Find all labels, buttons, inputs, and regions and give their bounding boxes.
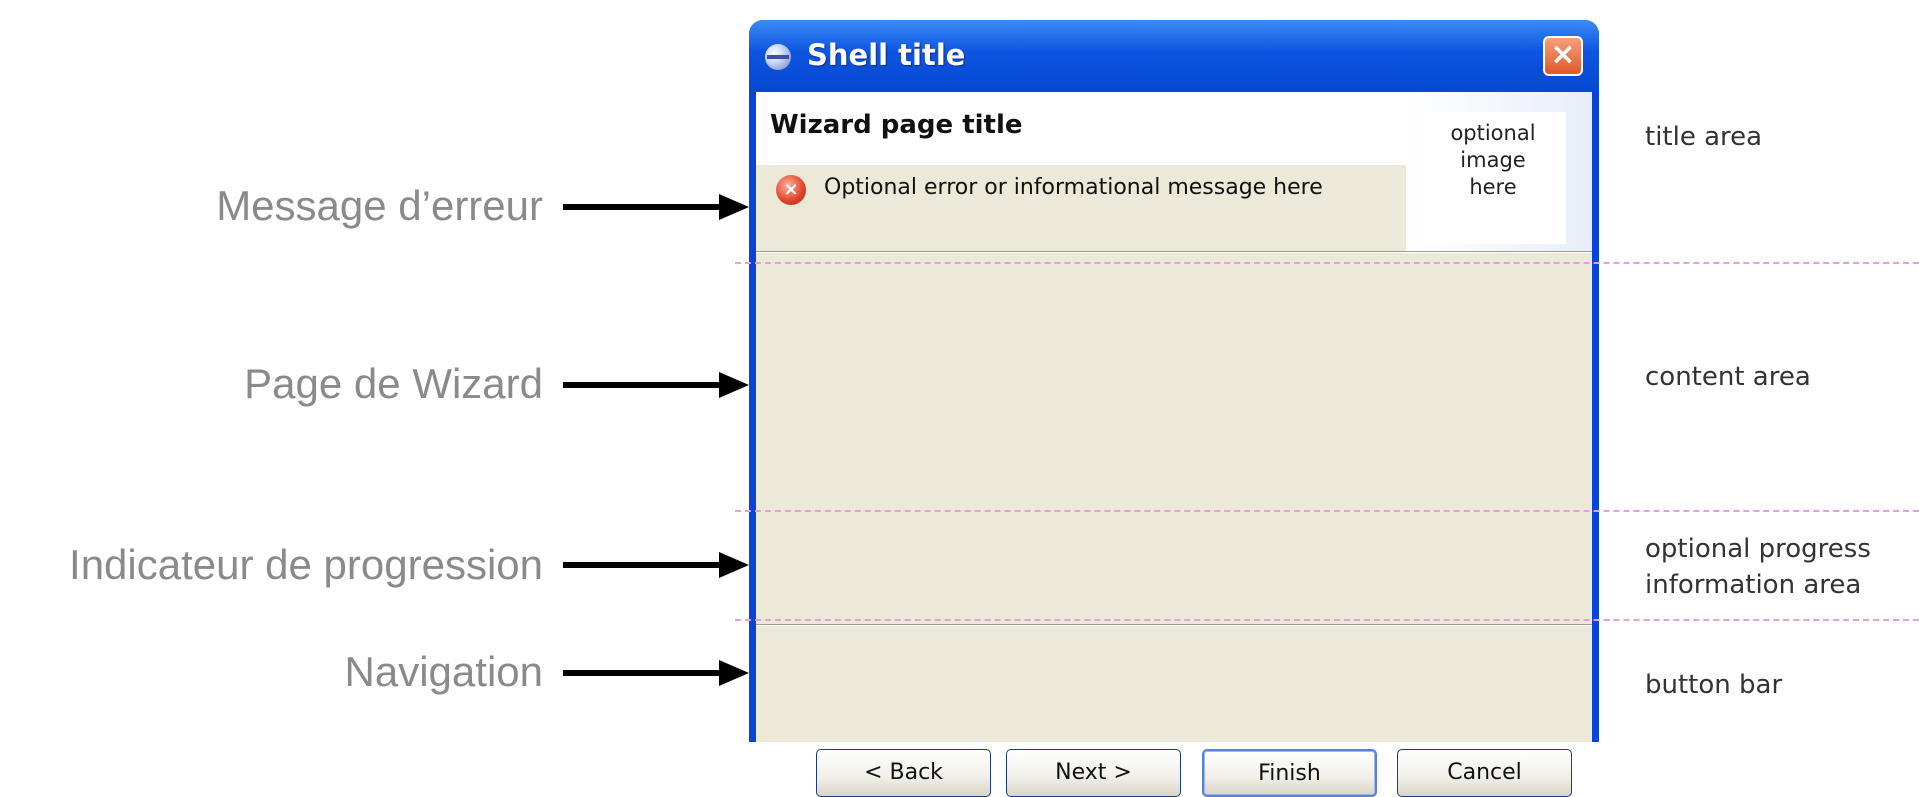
wizard-dialog: Shell title × Wizard page title × Option… — [749, 20, 1599, 797]
next-button[interactable]: Next > — [1006, 749, 1181, 797]
titlebar: Shell title × — [749, 20, 1599, 92]
label-button-bar: button bar — [1645, 670, 1783, 700]
close-icon[interactable]: × — [1543, 36, 1583, 76]
guide-line — [735, 262, 1919, 264]
cancel-button[interactable]: Cancel — [1397, 749, 1572, 797]
error-icon: × — [776, 175, 806, 205]
arrow-icon — [563, 194, 749, 220]
label-title-area: title area — [1645, 122, 1763, 152]
page-title: Wizard page title — [770, 110, 1023, 140]
button-bar: < Back Next > Finish Cancel — [756, 627, 1592, 797]
finish-button[interactable]: Finish — [1202, 749, 1377, 797]
arrow-icon — [563, 552, 749, 578]
title-separator — [756, 251, 1592, 253]
arrow-icon — [563, 372, 749, 398]
label-navigation: Navigation — [344, 648, 543, 695]
progress-area — [756, 512, 1592, 617]
guide-line — [735, 510, 1919, 512]
label-progress-indicator: Indicateur de progression — [69, 541, 543, 588]
title-area: Wizard page title × Optional error or in… — [756, 92, 1592, 251]
image-text-line: here — [1469, 175, 1517, 199]
title-image: optional image here — [1420, 112, 1566, 244]
label-wizard-page: Page de Wizard — [244, 360, 543, 407]
label-progress-area-2: information area — [1645, 570, 1862, 600]
guide-line — [735, 619, 1919, 621]
arrow-icon — [563, 660, 749, 686]
button-bar-separator — [756, 624, 1592, 626]
image-text-line: image — [1460, 148, 1526, 172]
dialog-client: Wizard page title × Optional error or in… — [756, 92, 1592, 797]
label-error-message: Message d’erreur — [216, 182, 543, 229]
shell-title: Shell title — [807, 38, 966, 72]
back-button[interactable]: < Back — [816, 749, 991, 797]
message-area: × Optional error or informational messag… — [756, 165, 1406, 251]
image-text-line: optional — [1450, 121, 1536, 145]
message-text: Optional error or informational message … — [824, 175, 1323, 200]
label-progress-area: optional progress — [1645, 534, 1871, 564]
label-content-area: content area — [1645, 362, 1811, 392]
app-icon — [765, 44, 791, 70]
content-area — [756, 254, 1592, 509]
